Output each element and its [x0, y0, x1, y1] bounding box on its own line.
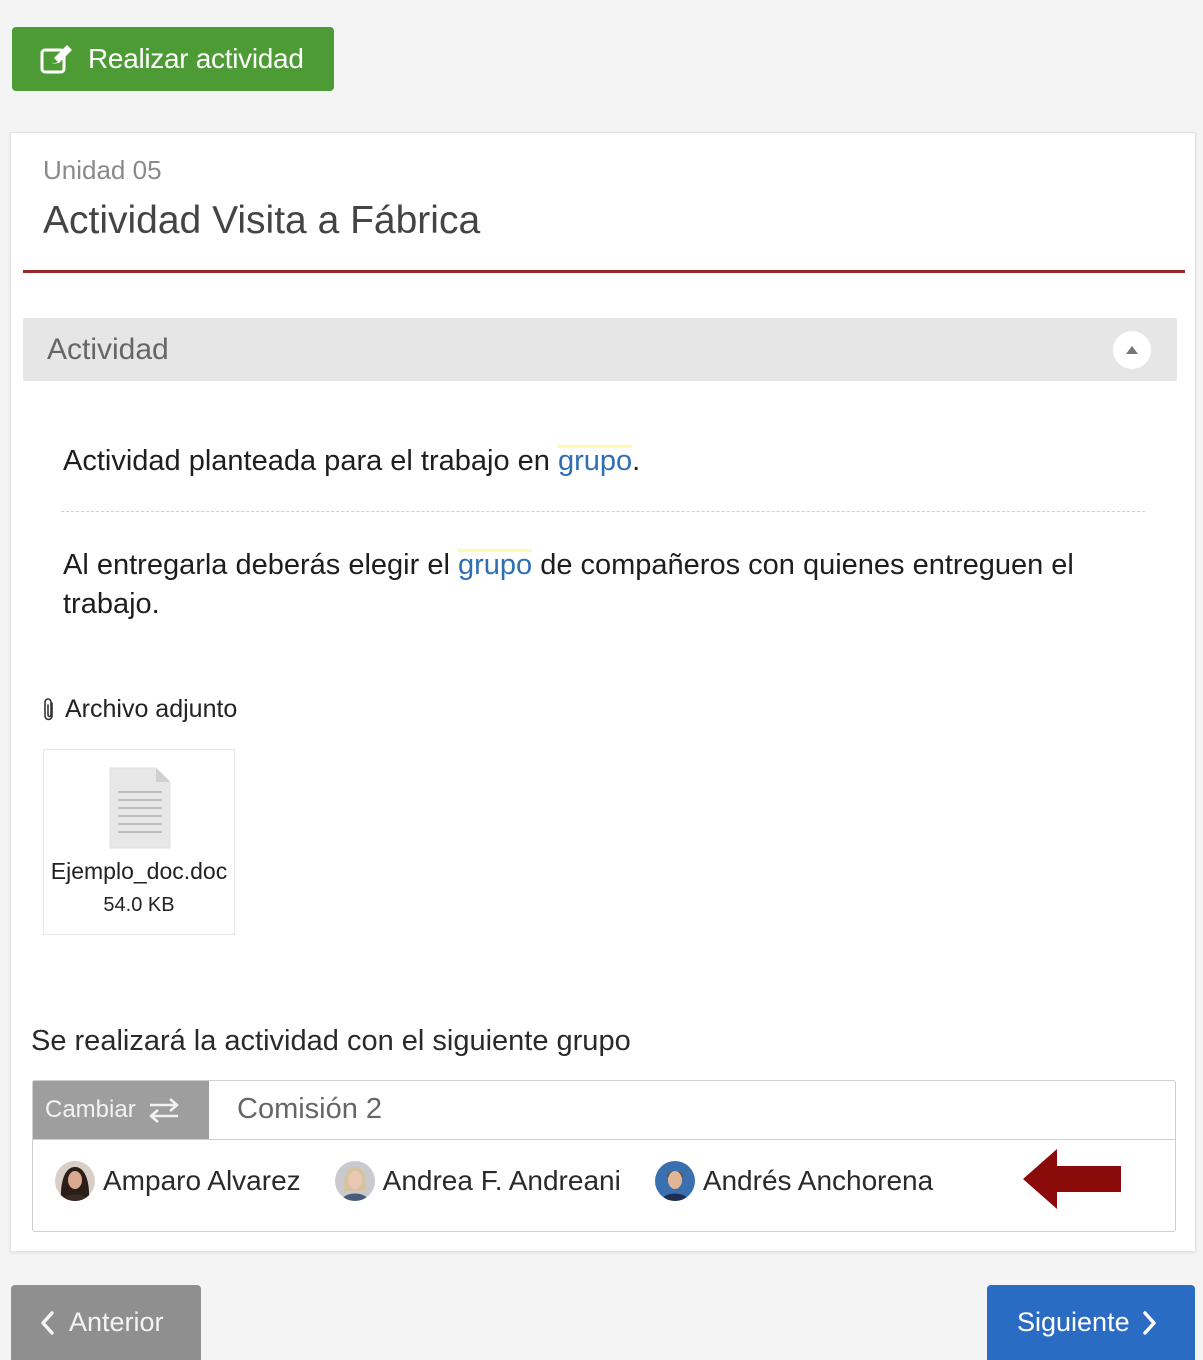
section-label: Actividad	[47, 332, 169, 366]
description-paragraph-1: Actividad planteada para el trabajo en g…	[63, 442, 640, 481]
glossary-link-grupo[interactable]: grupo	[457, 549, 533, 581]
group-intro-text: Se realizará la actividad con el siguien…	[31, 1025, 631, 1057]
caret-up-icon[interactable]	[1113, 331, 1151, 369]
realizar-actividad-button[interactable]: Realizar actividad	[12, 27, 334, 91]
file-name: Ejemplo_doc.doc	[50, 858, 228, 884]
group-name: Comisión 2	[237, 1093, 383, 1125]
page-title: Actividad Visita a Fábrica	[43, 199, 481, 242]
member-name: Andrés Anchorena	[702, 1165, 934, 1196]
attachment-header: Archivo adjunto	[41, 695, 237, 724]
next-label: Siguiente	[1017, 1307, 1130, 1337]
glossary-link-grupo[interactable]: grupo	[557, 445, 633, 477]
p1-text-end: .	[632, 445, 641, 477]
member-name: Amparo Alvarez	[103, 1165, 301, 1196]
member-list: Amparo Alvarez Andrea F. Andreani Andrés…	[55, 1161, 967, 1201]
member-name: Andrea F. Andreani	[382, 1165, 621, 1196]
group-selector: Cambiar Comisión 2 Amparo Alvarez Andrea…	[32, 1080, 1176, 1232]
document-icon	[108, 766, 172, 855]
swap-icon	[146, 1097, 182, 1123]
attachment-file[interactable]: Ejemplo_doc.doc 54.0 KB	[43, 749, 235, 935]
group-header-row: Cambiar Comisión 2	[33, 1081, 1175, 1140]
p2-text: Al entregarla deberás elegir el	[63, 549, 458, 581]
member-item: Amparo Alvarez	[55, 1161, 301, 1201]
file-size: 54.0 KB	[103, 894, 175, 916]
avatar	[654, 1161, 695, 1201]
dashed-divider	[61, 511, 1145, 512]
attachment-label: Archivo adjunto	[65, 695, 238, 723]
next-button[interactable]: Siguiente	[987, 1285, 1195, 1360]
change-group-button[interactable]: Cambiar	[33, 1081, 209, 1139]
description-paragraph-2: Al entregarla deberás elegir el grupo de…	[63, 546, 1153, 624]
member-item: Andrés Anchorena	[654, 1161, 934, 1201]
unit-label: Unidad 05	[43, 155, 162, 185]
chevron-left-icon	[39, 1310, 55, 1336]
previous-button[interactable]: Anterior	[11, 1285, 201, 1360]
avatar	[334, 1161, 375, 1201]
title-divider	[23, 270, 1185, 273]
activity-card: Unidad 05 Actividad Visita a Fábrica Act…	[10, 132, 1196, 1252]
chevron-right-icon	[1142, 1310, 1158, 1336]
avatar	[55, 1161, 95, 1201]
p1-text: Actividad planteada para el trabajo en	[63, 445, 558, 477]
page: Realizar actividad Unidad 05 Actividad V…	[0, 0, 1203, 1360]
edit-icon	[40, 44, 74, 74]
paperclip-icon	[41, 697, 57, 723]
activity-section-toggle[interactable]: Actividad	[23, 318, 1177, 381]
change-group-label: Cambiar	[45, 1096, 136, 1123]
realizar-actividad-label: Realizar actividad	[88, 43, 304, 74]
member-item: Andrea F. Andreani	[334, 1161, 621, 1201]
previous-label: Anterior	[69, 1307, 164, 1337]
arrow-left-icon	[1021, 1147, 1123, 1216]
